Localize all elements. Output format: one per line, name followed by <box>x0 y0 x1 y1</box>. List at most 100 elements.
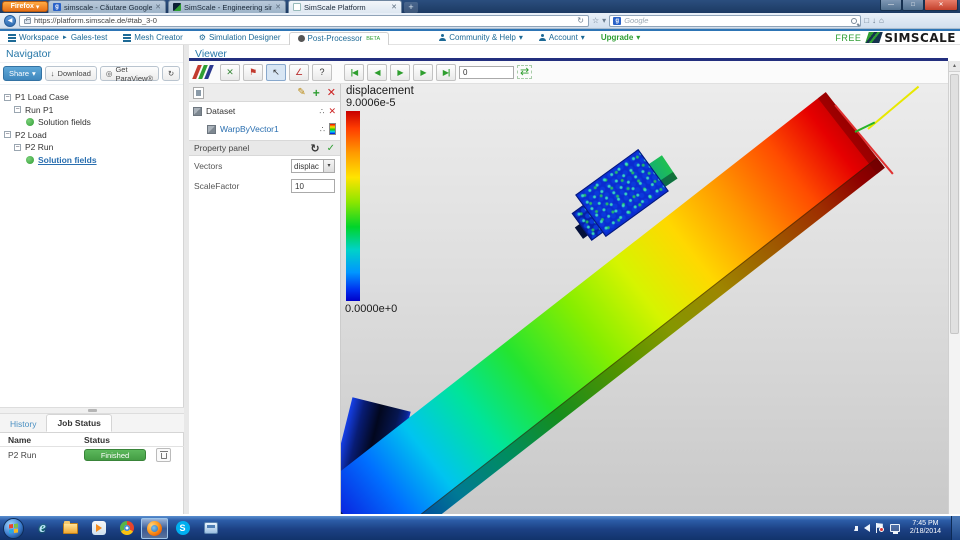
tab-close-icon[interactable]: ✕ <box>275 3 281 11</box>
start-button[interactable] <box>3 517 24 539</box>
pipeline-source-icon[interactable] <box>193 86 204 99</box>
browser-tab-1[interactable]: g simscale - Căutare Google ✕ <box>48 0 166 13</box>
firefox-menu-label: Firefox <box>10 3 34 10</box>
dataset-cube-icon <box>193 106 202 116</box>
loop-icon[interactable]: ⇄ <box>517 65 533 79</box>
apply-icon[interactable]: ✓ <box>327 143 335 154</box>
tab-close-icon[interactable]: ✕ <box>391 3 397 11</box>
url-field[interactable]: https://platform.simscale.de/#tab_3-0 ↻ <box>19 14 589 27</box>
collapse-icon[interactable]: − <box>4 131 11 139</box>
bookmarks-panel-icon[interactable]: □ <box>864 16 869 25</box>
help-button[interactable]: ? <box>312 63 332 81</box>
pipeline-item-dataset[interactable]: Dataset ∴ ✕ <box>189 102 340 120</box>
account-menu[interactable]: Account ▾ <box>531 31 593 45</box>
home-icon[interactable]: ⌂ <box>879 16 884 25</box>
reset-properties-icon[interactable]: ↻ <box>310 142 319 155</box>
render-viewport[interactable]: displacement 9.0006e-5 0.0000e+0 <box>341 84 948 514</box>
community-help-menu[interactable]: Community & Help ▾ <box>431 31 531 45</box>
representation-icon[interactable]: ∴ <box>319 107 324 116</box>
camera-pin-button[interactable]: ⚑ <box>243 63 263 81</box>
fit-view-button[interactable]: ✕ <box>220 63 240 81</box>
tree-node-solution-fields-1[interactable]: Solution fields <box>4 116 179 129</box>
taskbar-internet-explorer[interactable]: e <box>29 518 56 539</box>
next-frame-button[interactable]: ▶ <box>413 63 433 81</box>
downloads-icon[interactable]: ↓ <box>872 16 876 25</box>
help-icon: ? <box>319 67 325 77</box>
taskbar-media-player[interactable] <box>85 518 112 539</box>
collapse-icon[interactable]: − <box>14 106 21 114</box>
scrollbar-thumb[interactable] <box>950 74 959 334</box>
show-desktop-button[interactable] <box>951 516 960 540</box>
network-icon[interactable] <box>889 524 900 534</box>
collapse-icon[interactable]: − <box>14 143 21 151</box>
volume-icon[interactable] <box>854 524 870 532</box>
delete-dataset-icon[interactable]: ✕ <box>328 106 336 117</box>
colormap-icon[interactable] <box>329 123 336 135</box>
collapse-icon[interactable]: − <box>4 93 11 101</box>
tree-node-p1-load-case[interactable]: − P1 Load Case <box>4 91 179 104</box>
job-row[interactable]: P2 Run Finished <box>0 447 184 464</box>
taskbar-firefox-active[interactable] <box>141 517 168 539</box>
maximize-button[interactable]: □ <box>902 0 924 11</box>
back-button[interactable]: ◀ <box>4 14 16 27</box>
tree-node-p2-load[interactable]: − P2 Load <box>4 129 179 142</box>
taskbar-skype[interactable]: S <box>169 518 196 539</box>
simulation-designer-label: Simulation Designer <box>208 33 281 42</box>
tree-node-p2-run[interactable]: − P2 Run <box>4 141 179 154</box>
upgrade-menu[interactable]: Upgrade ▾ <box>593 31 648 45</box>
tab-mesh-creator[interactable]: Mesh Creator <box>115 31 190 45</box>
search-input[interactable] <box>624 16 849 25</box>
download-button[interactable]: ↓ Download <box>44 66 97 81</box>
browser-tab-3-active[interactable]: SimScale Platform ✕ <box>288 0 402 13</box>
refresh-button[interactable]: ↻ <box>161 66 181 81</box>
viewer-scrollbar[interactable]: ▴ <box>948 61 960 514</box>
tab-post-processor-active[interactable]: Post-Processor BETA <box>288 31 390 46</box>
legend-min-value: 0.0000e+0 <box>345 303 398 315</box>
browser-tab-2[interactable]: SimScale - Engineering simulation in ...… <box>168 0 286 13</box>
taskbar-clock[interactable]: 7:45 PM 2/18/2014 <box>910 520 941 536</box>
first-frame-button[interactable]: | ◀ <box>344 63 364 81</box>
pointer-mode-button[interactable]: ↖ <box>266 63 286 81</box>
bookmark-caret-icon[interactable]: ▾ <box>602 16 606 25</box>
splitter-grip[interactable] <box>88 409 97 412</box>
delete-job-button[interactable] <box>156 448 171 462</box>
status-badge: Finished <box>84 449 146 461</box>
scalefactor-input[interactable] <box>291 179 335 193</box>
search-box[interactable]: g <box>609 14 862 27</box>
last-frame-button[interactable]: ▶ | <box>436 63 456 81</box>
prev-frame-button[interactable]: ◀ <box>367 63 387 81</box>
vectors-property-row: Vectors displac ▾ <box>189 156 340 176</box>
close-button[interactable]: ✕ <box>924 0 958 11</box>
firefox-menu-button[interactable]: Firefox ▾ <box>2 1 48 12</box>
frame-number-input[interactable] <box>459 65 514 79</box>
vectors-dropdown[interactable]: displac ▾ <box>291 159 335 173</box>
action-center-flag-icon[interactable] <box>875 523 884 533</box>
reload-icon[interactable]: ↻ <box>577 16 584 25</box>
measure-button[interactable]: ∠ <box>289 63 309 81</box>
tab-close-icon[interactable]: ✕ <box>155 3 161 11</box>
tree-node-solution-fields-2-selected[interactable]: Solution fields <box>4 154 179 167</box>
add-filter-icon[interactable]: + <box>313 86 320 100</box>
get-paraview-button[interactable]: ◎ Get ParaView® <box>99 65 159 83</box>
tab-job-status[interactable]: Job Status <box>46 414 112 432</box>
minimize-button[interactable]: — <box>880 0 902 11</box>
share-button[interactable]: Share ▾ <box>3 66 42 81</box>
taskbar-explorer[interactable] <box>57 518 84 539</box>
taskbar-chrome[interactable] <box>113 518 140 539</box>
search-icon[interactable] <box>851 17 858 24</box>
edit-icon[interactable]: ✎ <box>297 87 305 98</box>
account-label: Account <box>548 33 578 42</box>
pipeline-item-warpbyvector[interactable]: WarpByVector1 ∴ <box>189 120 340 138</box>
scroll-up-icon[interactable]: ▴ <box>949 61 960 72</box>
tab-history[interactable]: History <box>0 416 46 432</box>
new-tab-button[interactable]: + <box>404 2 418 13</box>
workspace-breadcrumb[interactable]: Workspace ► Gales-test <box>0 31 115 45</box>
remove-filter-icon[interactable]: ✕ <box>327 86 336 99</box>
tab-simulation-designer[interactable]: ⚙ Simulation Designer <box>191 31 289 45</box>
taskbar-app-window[interactable] <box>197 518 224 539</box>
representation-icon[interactable]: ∴ <box>320 125 325 134</box>
tree-node-run-p1[interactable]: − Run P1 <box>4 104 179 117</box>
play-button[interactable]: ▶ <box>390 63 410 81</box>
caret-down-icon: ▾ <box>636 33 641 42</box>
bookmark-star-icon[interactable]: ☆ <box>592 16 599 25</box>
